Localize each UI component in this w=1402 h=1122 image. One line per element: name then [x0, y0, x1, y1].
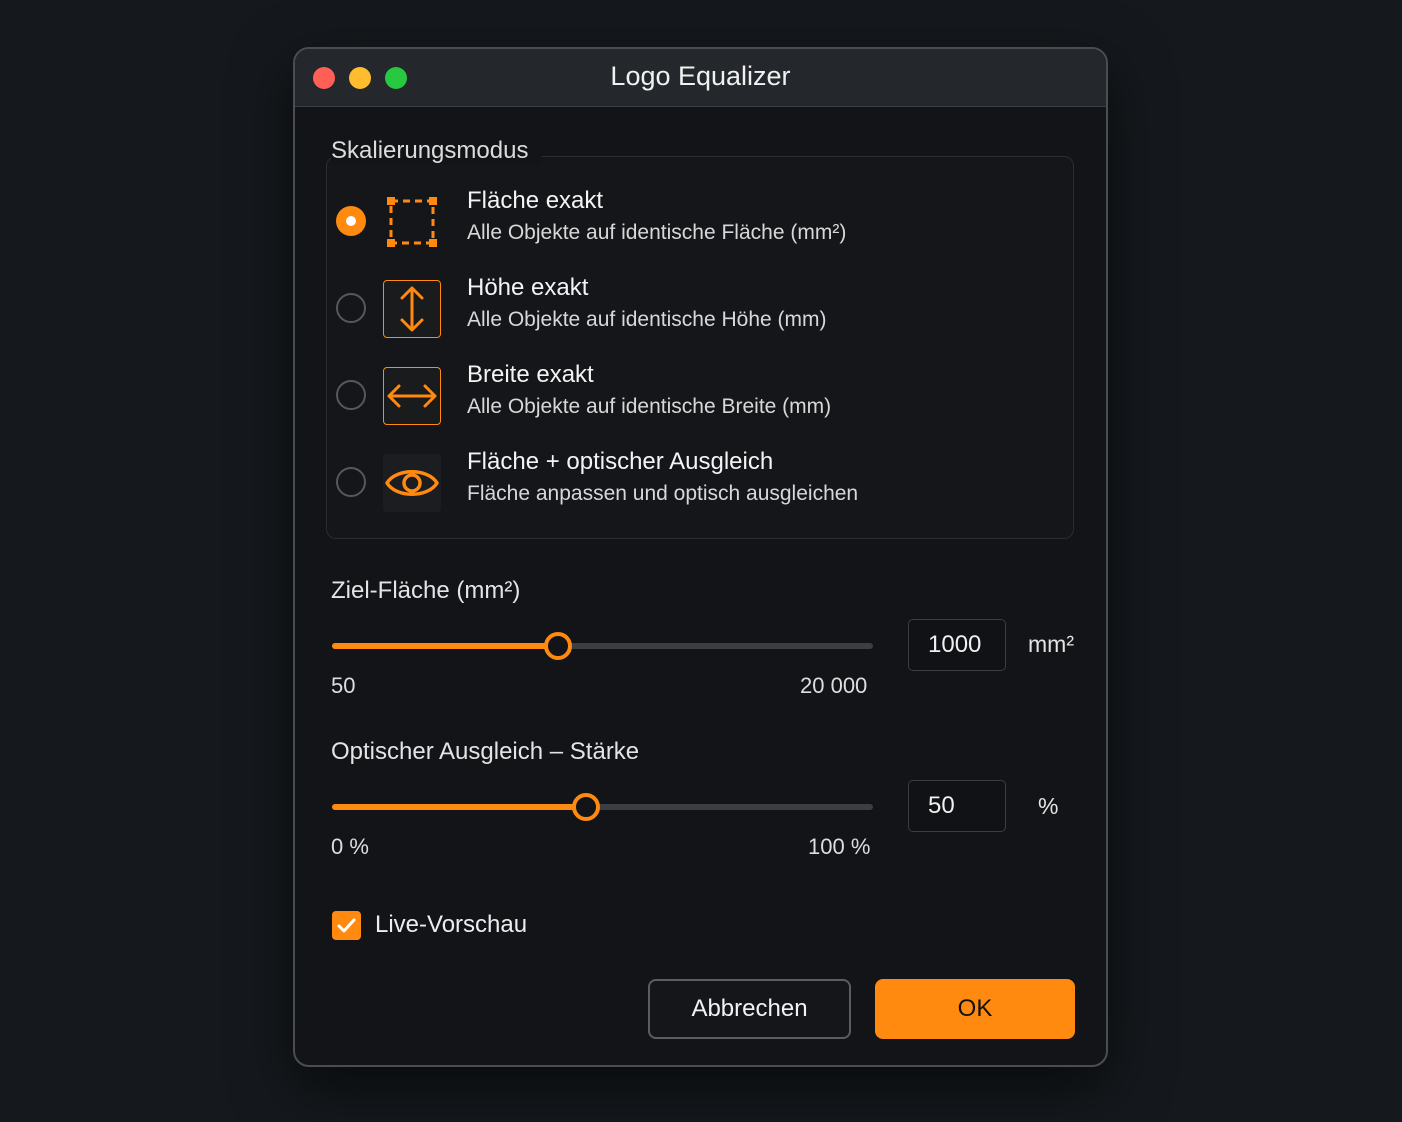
option-title: Fläche + optischer Ausgleich	[467, 448, 774, 475]
optical-strength-max-label: 100 %	[808, 834, 871, 859]
optical-strength-slider[interactable]	[332, 792, 873, 822]
ok-button[interactable]: OK	[875, 979, 1075, 1039]
window-title: Logo Equalizer	[610, 61, 791, 91]
live-preview-checkbox[interactable]	[332, 911, 361, 940]
optical-strength-unit: %	[1038, 793, 1059, 819]
target-area-max-label: 20 000	[800, 673, 868, 698]
option-description: Alle Objekte auf identische Breite (mm)	[467, 395, 832, 418]
slider-thumb[interactable]	[572, 793, 600, 821]
target-area-min-label: 50	[331, 673, 356, 698]
horizontal-arrows-icon	[383, 367, 441, 425]
slider-fill	[332, 804, 586, 810]
option-title: Höhe exakt	[467, 274, 589, 301]
radio-height-exact[interactable]	[336, 293, 366, 323]
vertical-arrows-icon	[383, 280, 441, 338]
option-description: Alle Objekte auf identische Höhe (mm)	[467, 308, 827, 331]
optical-strength-label: Optischer Ausgleich – Stärke	[331, 738, 640, 765]
target-area-input[interactable]: 1000	[908, 619, 1006, 671]
radio-area-exact[interactable]	[336, 206, 366, 236]
eye-icon	[383, 454, 441, 512]
option-height-exact[interactable]: Höhe exakt Alle Objekte auf identische H…	[331, 274, 1031, 350]
slider-thumb[interactable]	[544, 632, 572, 660]
dialog-window: Logo Equalizer Skalierungsmodus Fläche e…	[293, 47, 1108, 1067]
target-area-label: Ziel-Fläche (mm²)	[331, 577, 521, 604]
optical-strength-input[interactable]: 50	[908, 780, 1006, 832]
area-select-icon	[383, 193, 441, 251]
scaling-mode-label: Skalierungsmodus	[331, 137, 543, 165]
option-description: Fläche anpassen und optisch ausgleichen	[467, 482, 859, 505]
live-preview-label[interactable]: Live-Vorschau	[375, 911, 527, 939]
title-bar: Logo Equalizer	[295, 49, 1106, 107]
checkmark-icon	[337, 918, 356, 933]
option-title: Fläche exakt	[467, 187, 604, 214]
option-description: Alle Objekte auf identische Fläche (mm²)	[467, 221, 847, 244]
slider-fill	[332, 643, 558, 649]
option-area-exact[interactable]: Fläche exakt Alle Objekte auf identische…	[331, 187, 1031, 263]
option-title: Breite exakt	[467, 361, 594, 388]
cancel-button[interactable]: Abbrechen	[648, 979, 851, 1039]
option-width-exact[interactable]: Breite exakt Alle Objekte auf identische…	[331, 361, 1031, 437]
radio-width-exact[interactable]	[336, 380, 366, 410]
option-area-optical[interactable]: Fläche + optischer Ausgleich Fläche anpa…	[331, 448, 1031, 524]
radio-area-optical[interactable]	[336, 467, 366, 497]
target-area-unit: mm²	[1028, 631, 1074, 657]
optical-strength-min-label: 0 %	[331, 834, 369, 859]
target-area-slider[interactable]	[332, 631, 873, 661]
